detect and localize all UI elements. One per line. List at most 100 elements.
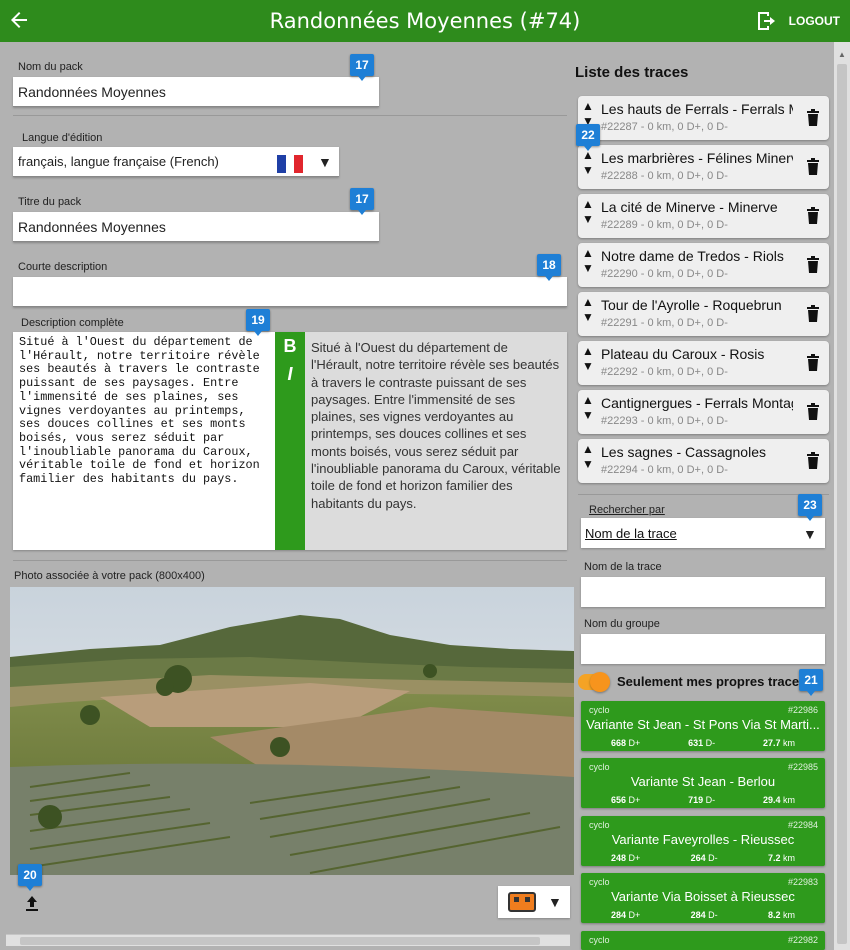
trace-item[interactable]: ▲ ▼ Les sagnes - Cassagnoles #22294 - 0 k… [578, 439, 829, 483]
trash-icon[interactable] [806, 402, 820, 420]
trace-item[interactable]: ▲ ▼ Notre dame de Tredos - Riols #22290 -… [578, 243, 829, 287]
result-type: cyclo [589, 705, 610, 715]
full-desc-badge: 19 [246, 309, 270, 336]
result-stats: 284 D+ 284 D- 8.2 km [611, 910, 795, 920]
vertical-scrollbar[interactable]: ▲ [834, 42, 850, 950]
result-name: Variante Via Boisset à Rieussec [611, 889, 795, 904]
reorder-arrows-icon[interactable]: ▲ ▼ [582, 442, 594, 472]
own-traces-badge: 21 [799, 669, 823, 696]
title-badge: 17 [350, 188, 374, 215]
trace-name-input[interactable] [581, 577, 825, 607]
reorder-arrows-icon[interactable]: ▲ ▼ [582, 197, 594, 227]
title-label: Titre du pack [18, 196, 82, 208]
reorder-arrows-icon[interactable]: ▲ ▼ [582, 393, 594, 423]
photo-style-select[interactable]: ▼ [498, 886, 570, 918]
result-id: #22983 [787, 877, 818, 887]
reorder-arrows-icon[interactable]: ▲ ▼ [582, 344, 594, 374]
own-traces-toggle[interactable] [578, 672, 610, 692]
logout-button[interactable]: LOGOUT [755, 9, 840, 33]
chevron-down-icon: ▼ [548, 894, 562, 910]
trash-icon[interactable] [806, 206, 820, 224]
reorder-arrows-icon[interactable]: ▲ ▼ [582, 148, 594, 178]
italic-button[interactable]: I [275, 364, 305, 385]
logout-label: LOGOUT [788, 14, 840, 28]
trace-name: Cantignergues - Ferrals Montagne [601, 395, 793, 411]
logout-icon [757, 12, 775, 30]
scroll-up-icon[interactable]: ▲ [838, 50, 846, 59]
trace-name-label: Nom de la trace [584, 561, 662, 573]
bold-button[interactable]: B [275, 336, 305, 357]
divider [578, 494, 829, 495]
result-card[interactable]: cyclo #22985 Variante St Jean - Berlou 6… [581, 758, 825, 808]
description-preview: Situé à l'Ouest du département de l'Héra… [305, 332, 567, 550]
description-editor: Situé à l'Ouest du département de l'Héra… [13, 332, 567, 550]
title-input[interactable]: Randonnées Moyennes [13, 212, 379, 242]
own-traces-label: Seulement mes propres traces [617, 674, 807, 689]
result-type: cyclo [589, 762, 610, 772]
trace-item[interactable]: ▲ ▼ La cité de Minerve - Minerve #22289 -… [578, 194, 829, 238]
trace-meta: #22290 - 0 km, 0 D+, 0 D- [601, 268, 728, 280]
trash-icon[interactable] [806, 255, 820, 273]
result-type: cyclo [589, 935, 610, 945]
pack-photo [10, 587, 574, 875]
result-stats: 248 D+ 264 D- 7.2 km [611, 853, 795, 863]
result-id: #22982 [787, 935, 818, 945]
trace-meta: #22287 - 0 km, 0 D+, 0 D- [601, 121, 728, 133]
trace-name: Les hauts de Ferrals - Ferrals Mon [601, 101, 793, 117]
divider [13, 115, 567, 116]
trash-icon[interactable] [806, 157, 820, 175]
trace-item[interactable]: ▲ ▼ Tour de l'Ayrolle - Roquebrun #22291 … [578, 292, 829, 336]
french-flag-icon [277, 155, 304, 173]
upload-icon[interactable] [22, 894, 42, 912]
trace-item[interactable]: ▲▼ Les marbrières - Félines Minervois #2… [578, 145, 829, 189]
chevron-down-icon: ▼ [803, 526, 817, 542]
pack-name-badge: 17 [350, 54, 374, 81]
result-name: Variante St Jean - St Pons Via St Marti.… [586, 717, 820, 732]
pack-name-label: Nom du pack [18, 61, 83, 73]
short-desc-input[interactable] [13, 277, 567, 307]
search-by-label: Rechercher par [589, 504, 665, 516]
traces-panel: Liste des traces 22 ▲ ▼ Les hauts de Ferr… [570, 42, 834, 950]
trash-icon[interactable] [806, 451, 820, 469]
trace-meta: #22293 - 0 km, 0 D+, 0 D- [601, 415, 728, 427]
result-name: Variante Faveyrolles - Rieussec [611, 832, 795, 847]
chevron-down-icon: ▼ [318, 154, 332, 170]
trace-meta: #22294 - 0 km, 0 D+, 0 D- [601, 464, 728, 476]
result-name: Variante St Jean - Berlou [630, 774, 776, 789]
full-desc-textarea[interactable]: Situé à l'Ouest du département de l'Héra… [13, 332, 275, 550]
traces-title: Liste des traces [575, 64, 689, 81]
format-toolbar: B I [275, 332, 305, 550]
trace-meta: #22289 - 0 km, 0 D+, 0 D- [601, 219, 728, 231]
result-id: #22984 [787, 820, 818, 830]
trace-item[interactable]: ▲▼ Les hauts de Ferrals - Ferrals Mon #2… [578, 96, 829, 140]
trash-icon[interactable] [806, 108, 820, 126]
horizontal-scrollbar[interactable] [6, 934, 570, 946]
trace-name: Tour de l'Ayrolle - Roquebrun [601, 297, 782, 313]
divider [13, 560, 567, 561]
result-id: #22985 [787, 762, 818, 772]
trace-meta: #22292 - 0 km, 0 D+, 0 D- [601, 366, 728, 378]
search-by-select[interactable]: Nom de la trace ▼ [581, 518, 825, 548]
result-id: #22986 [787, 705, 818, 715]
result-card[interactable]: cyclo #22983 Variante Via Boisset à Rieu… [581, 873, 825, 923]
trace-item[interactable]: ▲ ▼ Plateau du Caroux - Rosis #22292 - 0 … [578, 341, 829, 385]
result-card[interactable]: cyclo #22986 Variante St Jean - St Pons … [581, 701, 825, 751]
search-by-value: Nom de la trace [585, 526, 677, 541]
pack-name-input[interactable]: Randonnées Moyennes [13, 77, 379, 107]
short-desc-badge: 18 [537, 254, 561, 281]
trace-meta: #22291 - 0 km, 0 D+, 0 D- [601, 317, 728, 329]
trash-icon[interactable] [806, 304, 820, 322]
result-card[interactable]: cyclo #22982 [581, 931, 825, 950]
group-name-input[interactable] [581, 634, 825, 664]
trace-item[interactable]: ▲ ▼ Cantignergues - Ferrals Montagne #222… [578, 390, 829, 434]
language-label: Langue d'édition [22, 132, 103, 144]
trash-icon[interactable] [806, 353, 820, 371]
page-title: Randonnées Moyennes (#74) [269, 9, 581, 33]
result-card[interactable]: cyclo #22984 Variante Faveyrolles - Rieu… [581, 816, 825, 866]
result-type: cyclo [589, 877, 610, 887]
language-value: français, langue française (French) [18, 154, 219, 169]
reorder-arrows-icon[interactable]: ▲ ▼ [582, 295, 594, 325]
language-select[interactable]: français, langue française (French) ▼ [13, 147, 339, 177]
reorder-arrows-icon[interactable]: ▲ ▼ [582, 246, 594, 276]
full-desc-label: Description complète [21, 317, 124, 329]
